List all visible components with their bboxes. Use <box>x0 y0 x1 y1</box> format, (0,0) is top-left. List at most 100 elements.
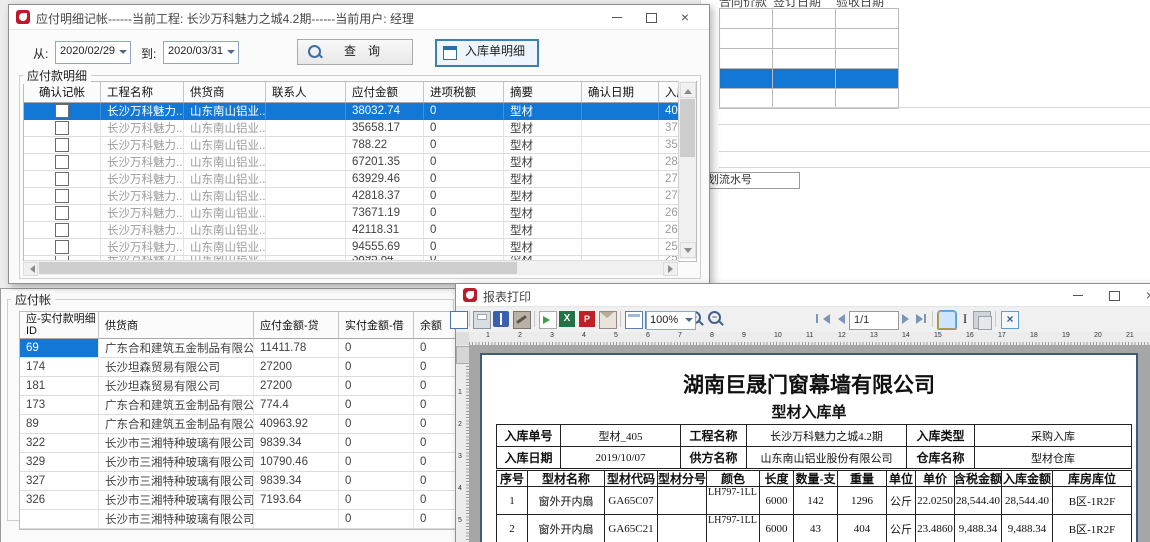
column-header[interactable]: 联系人 <box>266 82 346 103</box>
page-indicator-input[interactable]: 1/1 <box>849 311 899 330</box>
next-page-button[interactable] <box>900 313 912 325</box>
confirm-checkbox[interactable] <box>55 138 69 152</box>
scroll-left-icon[interactable] <box>26 265 35 273</box>
confirm-checkbox[interactable] <box>55 206 69 220</box>
close-button[interactable]: × <box>1134 285 1150 305</box>
table-row[interactable]: 89广东合和建筑五金制品有限公司40963.9200 <box>20 415 460 434</box>
table-row[interactable]: 长沙万科魅力...山东南山铝业...788.220型材358 <box>24 137 696 154</box>
column-header[interactable]: 供货商 <box>184 82 266 103</box>
table-row[interactable]: 长沙万科魅力...山东南山铝业...94555.690型材251 <box>24 239 696 256</box>
confirm-checkbox[interactable] <box>55 172 69 186</box>
excel-icon[interactable]: X <box>559 311 575 327</box>
confirm-checkbox[interactable] <box>55 189 69 203</box>
table-row[interactable]: 174长沙坦森贸易有限公司2720000 <box>20 358 460 377</box>
page-setup-icon[interactable] <box>450 311 468 329</box>
prev-page-button[interactable] <box>831 313 843 325</box>
horizontal-scrollbar[interactable] <box>23 261 678 275</box>
two-page-icon[interactable] <box>625 311 643 329</box>
scroll-up-icon[interactable] <box>684 85 692 94</box>
table-row[interactable]: 长沙万科魅力...山东南山铝业...38032.740型材405 <box>24 103 696 120</box>
ruler-number: 2 <box>518 332 522 339</box>
detail-column-header: 含税金额 <box>955 471 1002 487</box>
ruler-scroll-button[interactable] <box>456 346 470 364</box>
scrollbar-thumb[interactable] <box>680 99 695 157</box>
confirm-checkbox[interactable] <box>55 240 69 254</box>
chevron-down-icon <box>119 50 127 58</box>
zoom-combobox[interactable]: 100% <box>646 311 696 330</box>
column-header[interactable]: 确认记帐 <box>24 82 101 103</box>
table-row[interactable] <box>719 69 899 89</box>
plan-serial-field[interactable]: 计划流水号 <box>700 172 800 189</box>
info-value: 型材_405 <box>561 425 681 447</box>
last-page-button[interactable] <box>915 313 927 325</box>
table-row[interactable]: 327长沙市三湘特种玻璃有限公司9839.3400 <box>20 472 460 491</box>
scroll-down-icon[interactable] <box>684 248 692 257</box>
table-row[interactable]: 181长沙坦森贸易有限公司2720000 <box>20 377 460 396</box>
ruler-number: 17 <box>998 332 1006 339</box>
table-row[interactable]: 长沙万科魅力...山东南山铝业...67201.350型材283 <box>24 154 696 171</box>
table-row[interactable] <box>719 49 899 69</box>
vertical-scrollbar[interactable] <box>678 81 696 259</box>
scroll-right-icon[interactable] <box>668 265 677 273</box>
from-date-combobox[interactable]: 2020/02/29 <box>55 41 131 64</box>
to-date-combobox[interactable]: 2020/03/31 <box>163 41 239 64</box>
query-button[interactable]: 查 询 <box>297 39 413 65</box>
minimize-button[interactable] <box>601 7 633 27</box>
detail-row: 2窗外开内扇GA65C21LH797-1LL600043404公斤23.4860… <box>497 515 1132 542</box>
column-header[interactable]: 应-实付款明细ID <box>20 312 99 339</box>
detail-cell: 9,488.34 <box>1002 515 1053 542</box>
maximize-button[interactable] <box>635 7 667 27</box>
pdf-icon[interactable]: P <box>579 311 595 327</box>
first-page-button[interactable] <box>816 313 828 325</box>
text-select-tool-icon[interactable]: I <box>957 311 973 327</box>
table-row[interactable]: 长沙万科魅力...山东南山铝业...63929.460型材276 <box>24 171 696 188</box>
mail-icon[interactable] <box>599 311 617 329</box>
table-row[interactable]: 长沙市三湘特种玻璃有限公司00 <box>20 510 460 529</box>
title-bar[interactable]: 应付明细记帐------当前工程: 长沙万科魅力之城4.2期------当前用户… <box>9 5 709 30</box>
close-button[interactable]: × <box>669 7 701 27</box>
confirm-checkbox[interactable] <box>55 155 69 169</box>
inbound-detail-button[interactable]: 入库单明细 <box>435 39 539 67</box>
column-header[interactable]: 摘要 <box>504 82 582 103</box>
table-row[interactable]: 69广东合和建筑五金制品有限公司11411.7800 <box>20 339 460 358</box>
table-row[interactable]: 329长沙市三湘特种玻璃有限公司10790.4600 <box>20 453 460 472</box>
book-icon[interactable] <box>493 311 509 327</box>
close-preview-icon[interactable]: × <box>1001 311 1019 329</box>
title-bar[interactable]: 报表打印 × <box>456 284 1150 307</box>
table-row[interactable]: 长沙万科魅力...山东南山铝业...42818.370型材275 <box>24 188 696 205</box>
preview-area[interactable]: 湖南巨晟门窗幕墙有限公司 型材入库单 入库单号型材_405工程名称长沙万科魅力之… <box>469 345 1150 542</box>
column-header[interactable]: 入库 <box>659 82 679 103</box>
cell: 0 <box>424 137 504 154</box>
table-row[interactable]: 322长沙市三湘特种玻璃有限公司9839.3400 <box>20 434 460 453</box>
maximize-button[interactable] <box>1098 285 1130 305</box>
confirm-checkbox[interactable] <box>55 121 69 135</box>
table-row[interactable]: 173广东合和建筑五金制品有限公司774.400 <box>20 396 460 415</box>
table-row[interactable] <box>719 29 899 49</box>
table-row[interactable]: 长沙万科魅力...山东南山铝业...35658.170型材376 <box>24 120 696 137</box>
confirm-checkbox[interactable] <box>55 223 69 237</box>
table-row[interactable]: 长沙万科魅力...山东南山铝业...73671.190型材266 <box>24 205 696 222</box>
options-icon[interactable] <box>513 311 531 329</box>
minimize-button[interactable] <box>1062 285 1094 305</box>
column-header[interactable]: 应付金额-贷 <box>254 312 339 339</box>
scrollbar-thumb[interactable] <box>39 262 517 274</box>
column-header[interactable]: 工程名称 <box>101 82 184 103</box>
column-header[interactable]: 供货商 <box>99 312 254 339</box>
zoom-out-icon[interactable]: − <box>708 311 721 324</box>
column-header[interactable]: 实付金额-借 <box>339 312 414 339</box>
table-row[interactable]: 326长沙市三湘特种玻璃有限公司7193.6400 <box>20 491 460 510</box>
table-row[interactable] <box>719 8 899 29</box>
column-header[interactable]: 进项税额 <box>424 82 504 103</box>
cell <box>266 222 346 239</box>
hand-tool-icon[interactable] <box>938 311 956 329</box>
cell: 山东南山铝业... <box>184 188 266 205</box>
print-icon[interactable] <box>473 311 491 329</box>
cell: 7193.64 <box>254 491 339 510</box>
column-header[interactable]: 应付金额 <box>346 82 424 103</box>
export-icon[interactable] <box>539 311 557 329</box>
copy-tool-icon[interactable] <box>973 311 991 329</box>
table-row[interactable]: 长沙万科魅力...山东南山铝业...42118.310型材265 <box>24 222 696 239</box>
table-row[interactable] <box>719 89 899 109</box>
confirm-checkbox[interactable] <box>55 104 69 118</box>
column-header[interactable]: 确认日期 <box>582 82 659 103</box>
